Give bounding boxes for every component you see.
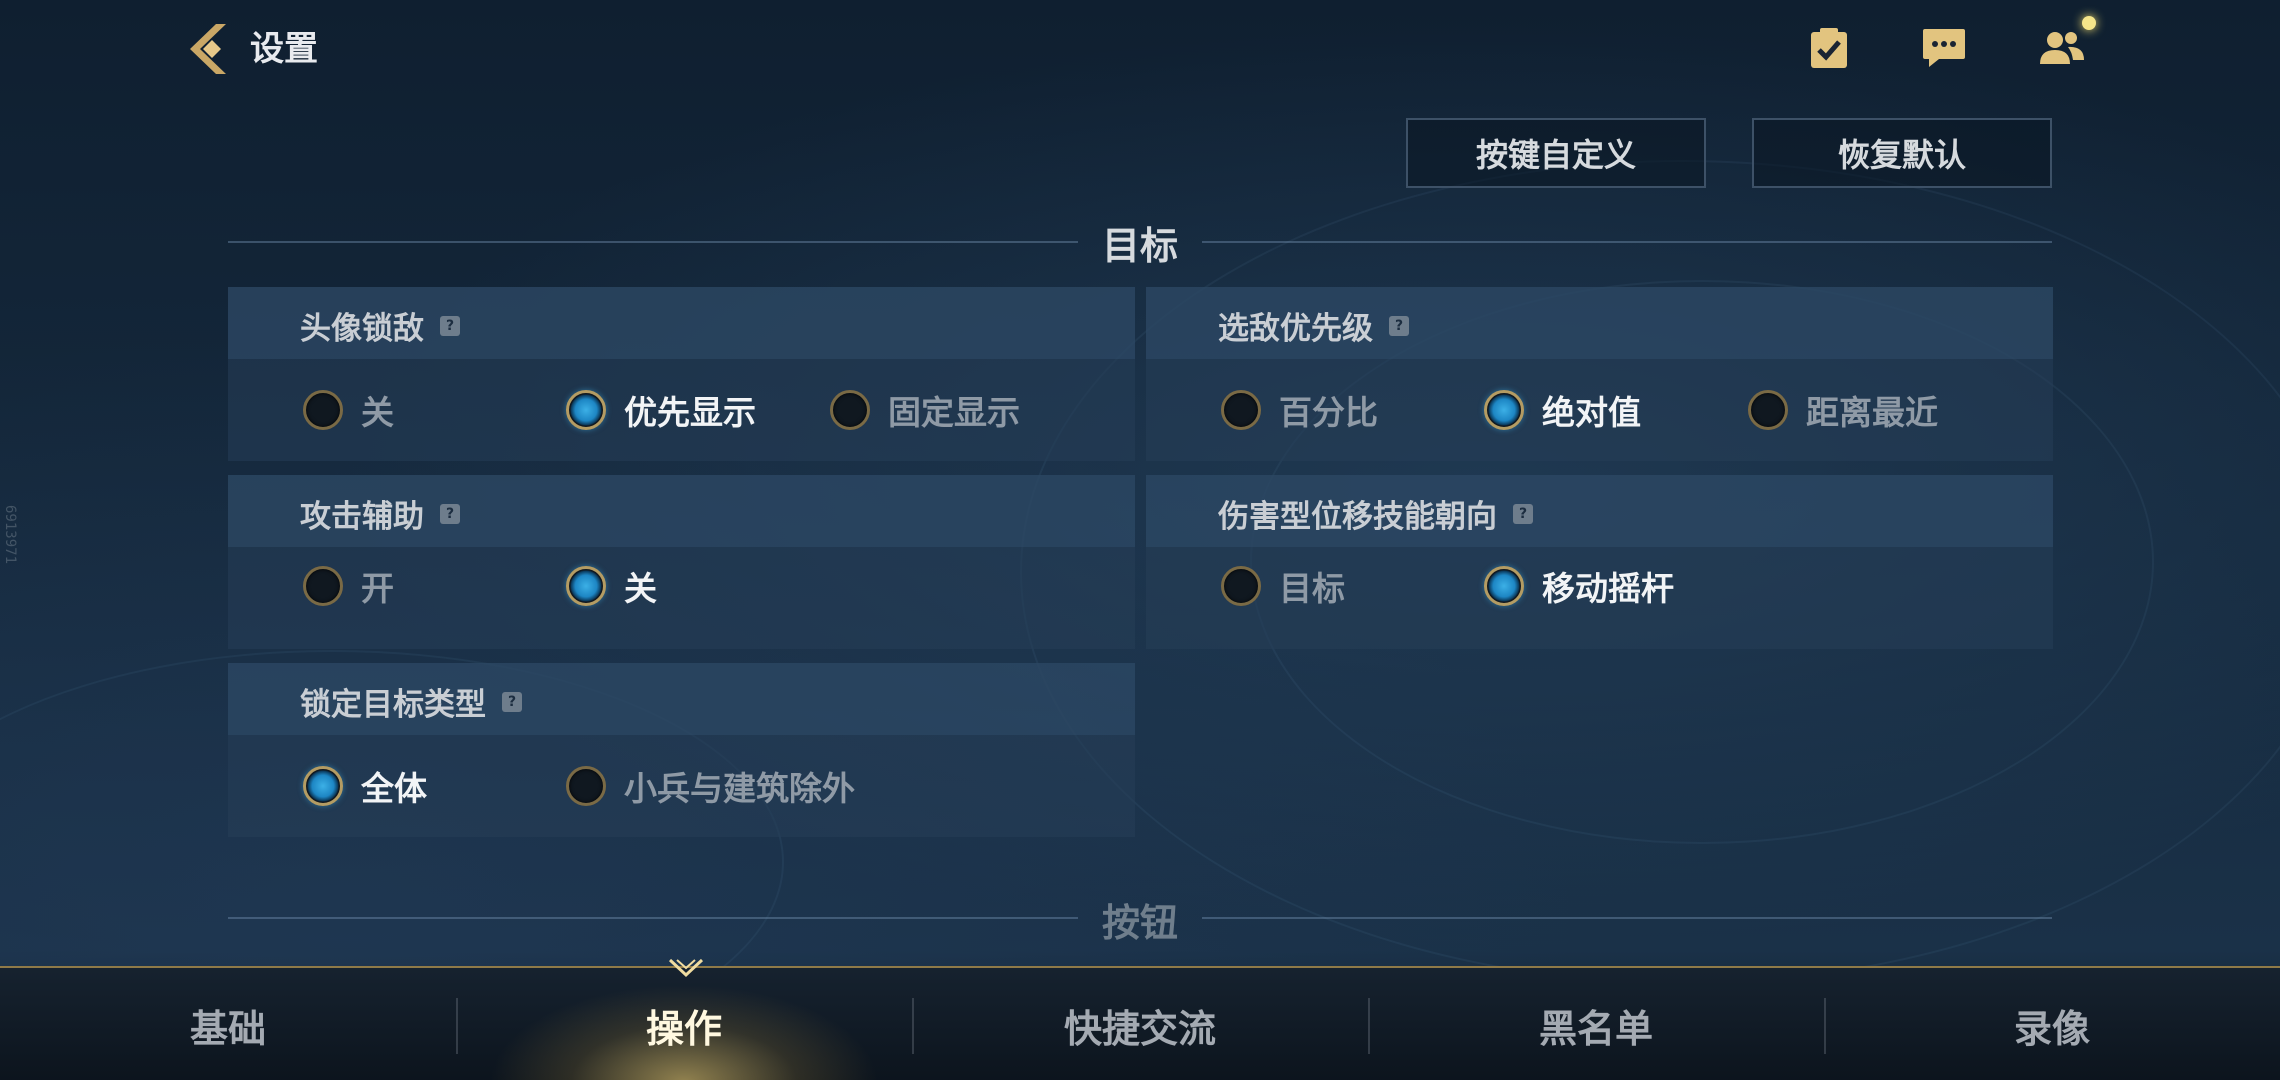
option-avatar-lock-priority[interactable]: 优先显示 [566, 385, 756, 435]
panel-attack-assist: 攻击辅助 ? 开 关 [228, 475, 1135, 649]
option-label: 小兵与建筑除外 [624, 769, 855, 808]
panel-title: 锁定目标类型 ? [300, 679, 522, 724]
help-icon[interactable]: ? [502, 691, 522, 712]
panel-title-text: 伤害型位移技能朝向 [1218, 499, 1497, 535]
settings-screen: 6913971 设置 按键自定义 恢复默认 目标 头像锁敌 ? 关 优先显示 固… [0, 0, 2280, 1080]
help-icon[interactable]: ? [440, 503, 460, 524]
option-dash-target[interactable]: 目标 [1221, 561, 1345, 611]
radio-button[interactable] [1221, 566, 1261, 606]
option-avatar-lock-fixed[interactable]: 固定显示 [830, 385, 1020, 435]
option-label: 移动摇杆 [1542, 569, 1674, 608]
panel-title: 选敌优先级 ? [1218, 303, 1409, 348]
tab-blacklist[interactable]: 黑名单 [1368, 968, 1824, 1080]
radio-button-selected[interactable] [303, 766, 343, 806]
friends-icon [2040, 32, 2084, 64]
help-icon[interactable]: ? [1513, 503, 1533, 524]
help-icon[interactable]: ? [440, 315, 460, 336]
option-label: 关 [624, 569, 657, 608]
bottom-tab-bar: 基础 操作 快捷交流 黑名单 录像 [0, 966, 2280, 1080]
option-avatar-lock-off[interactable]: 关 [303, 385, 394, 435]
section-divider [228, 241, 1078, 243]
option-attack-assist-on[interactable]: 开 [303, 561, 394, 611]
panel-title-text: 锁定目标类型 [300, 687, 486, 723]
radio-button[interactable] [1221, 390, 1261, 430]
option-label: 目标 [1279, 569, 1345, 608]
panel-title: 攻击辅助 ? [300, 491, 460, 536]
section-divider [228, 917, 1078, 919]
tasks-button[interactable] [1803, 22, 1855, 74]
tab-quick-chat[interactable]: 快捷交流 [912, 968, 1368, 1080]
section-divider [1202, 241, 2052, 243]
notification-dot [2082, 16, 2096, 30]
tab-controls[interactable]: 操作 [456, 968, 912, 1080]
radio-button-selected[interactable] [566, 566, 606, 606]
option-label: 绝对值 [1542, 393, 1641, 432]
tab-basic[interactable]: 基础 [0, 968, 456, 1080]
panel-enemy-priority: 选敌优先级 ? 百分比 绝对值 距离最近 [1146, 287, 2053, 461]
panel-lock-target-type: 锁定目标类型 ? 全体 小兵与建筑除外 [228, 663, 1135, 837]
option-label: 关 [361, 393, 394, 432]
radio-button[interactable] [830, 390, 870, 430]
radio-button[interactable] [566, 766, 606, 806]
section-title-target: 目标 [1101, 224, 1178, 268]
active-tab-marker-icon [668, 958, 704, 978]
option-label: 百分比 [1279, 393, 1378, 432]
option-attack-assist-off[interactable]: 关 [566, 561, 657, 611]
option-priority-percent[interactable]: 百分比 [1221, 385, 1378, 435]
radio-button-selected[interactable] [1484, 566, 1524, 606]
help-icon[interactable]: ? [1389, 315, 1409, 336]
option-priority-absolute[interactable]: 绝对值 [1484, 385, 1641, 435]
option-label: 距离最近 [1806, 393, 1938, 432]
panel-title: 头像锁敌 ? [300, 303, 460, 348]
friends-button[interactable] [2036, 16, 2096, 74]
chat-bubble-icon [1923, 29, 1965, 67]
custom-keys-button[interactable]: 按键自定义 [1406, 118, 1706, 188]
option-label: 开 [361, 569, 394, 608]
panel-title-text: 头像锁敌 [300, 311, 424, 347]
panel-title: 伤害型位移技能朝向 ? [1218, 491, 1533, 536]
option-priority-nearest[interactable]: 距离最近 [1748, 385, 1938, 435]
option-label: 优先显示 [624, 393, 756, 432]
chat-button[interactable] [1918, 22, 1970, 74]
back-arrow-icon [190, 24, 226, 74]
panel-avatar-lock: 头像锁敌 ? 关 优先显示 固定显示 [228, 287, 1135, 461]
panel-dash-direction: 伤害型位移技能朝向 ? 目标 移动摇杆 [1146, 475, 2053, 649]
option-label: 固定显示 [888, 393, 1020, 432]
build-code: 6913971 [2, 505, 18, 565]
panel-title-text: 攻击辅助 [300, 499, 424, 535]
radio-button[interactable] [303, 566, 343, 606]
panel-title-text: 选敌优先级 [1218, 311, 1373, 347]
radio-button[interactable] [1748, 390, 1788, 430]
section-divider [1202, 917, 2052, 919]
page-title: 设置 [250, 29, 318, 69]
radio-button[interactable] [303, 390, 343, 430]
section-title-buttons: 按钮 [1101, 901, 1178, 945]
radio-button-selected[interactable] [1484, 390, 1524, 430]
tab-replay[interactable]: 录像 [1824, 968, 2280, 1080]
radio-button-selected[interactable] [566, 390, 606, 430]
option-lock-all[interactable]: 全体 [303, 761, 427, 811]
back-button[interactable] [180, 18, 236, 80]
restore-default-button[interactable]: 恢复默认 [1752, 118, 2052, 188]
option-dash-joystick[interactable]: 移动摇杆 [1484, 561, 1674, 611]
option-label: 全体 [361, 769, 427, 808]
clipboard-check-icon [1811, 28, 1847, 68]
option-lock-exclude-minions[interactable]: 小兵与建筑除外 [566, 761, 855, 811]
